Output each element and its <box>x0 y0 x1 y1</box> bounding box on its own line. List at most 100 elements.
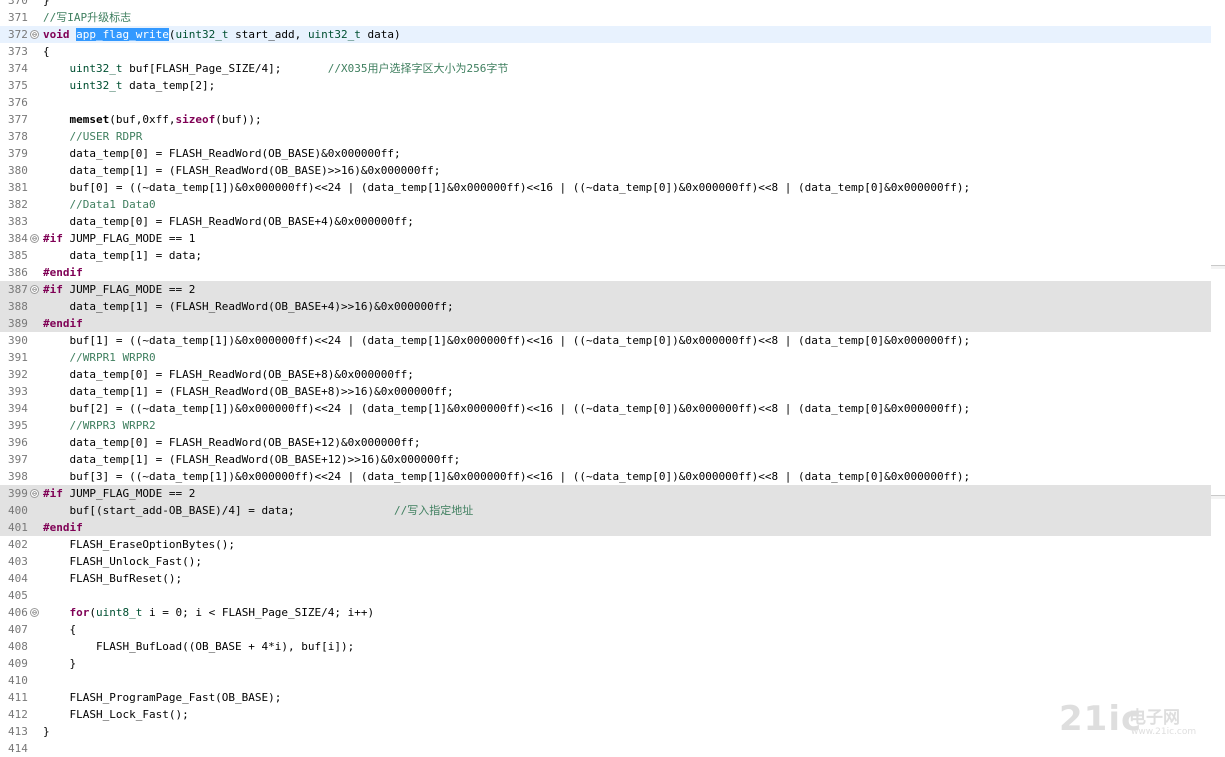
code-text[interactable]: data_temp[1] = (FLASH_ReadWord(OB_BASE)>… <box>43 162 440 179</box>
code-line[interactable]: 377 memset(buf,0xff,sizeof(buf)); <box>0 111 1225 128</box>
code-line[interactable]: 409 } <box>0 655 1225 672</box>
code-text[interactable]: void app_flag_write(uint32_t start_add, … <box>43 26 401 43</box>
fold-toggle-icon[interactable]: ⊖ <box>30 489 39 498</box>
code-line[interactable]: 391 //WRPR1 WRPR0 <box>0 349 1225 366</box>
code-line[interactable]: 384 ⊖ #if JUMP_FLAG_MODE == 1 <box>0 230 1225 247</box>
code-text[interactable]: FLASH_ProgramPage_Fast(OB_BASE); <box>43 689 281 706</box>
overview-marker[interactable] <box>1211 265 1225 269</box>
code-text[interactable]: data_temp[0] = FLASH_ReadWord(OB_BASE+8)… <box>43 366 413 383</box>
code-text[interactable]: FLASH_BufLoad((OB_BASE + 4*i), buf[i]); <box>43 638 354 655</box>
code-text[interactable]: } <box>43 655 76 672</box>
code-line[interactable]: 378 //USER RDPR <box>0 128 1225 145</box>
code-line[interactable]: 411 FLASH_ProgramPage_Fast(OB_BASE); <box>0 689 1225 706</box>
fold-toggle-icon[interactable]: ⊖ <box>30 285 39 294</box>
code-text[interactable]: data_temp[1] = (FLASH_ReadWord(OB_BASE+8… <box>43 383 453 400</box>
code-text[interactable]: buf[3] = ((~data_temp[1])&0x000000ff)<<2… <box>43 468 970 485</box>
code-line[interactable]: 398 buf[3] = ((~data_temp[1])&0x000000ff… <box>0 468 1225 485</box>
code-text[interactable]: #endif <box>43 264 83 281</box>
code-line[interactable]: 395 //WRPR3 WRPR2 <box>0 417 1225 434</box>
line-gutter: 406 ⊖ <box>0 604 42 621</box>
code-line[interactable]: 414 <box>0 740 1225 757</box>
code-line[interactable]: 403 FLASH_Unlock_Fast(); <box>0 553 1225 570</box>
code-line[interactable]: 379 data_temp[0] = FLASH_ReadWord(OB_BAS… <box>0 145 1225 162</box>
code-line[interactable]: 394 buf[2] = ((~data_temp[1])&0x000000ff… <box>0 400 1225 417</box>
code-text[interactable]: data_temp[0] = FLASH_ReadWord(OB_BASE+12… <box>43 434 420 451</box>
code-text[interactable]: #if JUMP_FLAG_MODE == 2 <box>43 281 195 298</box>
code-text[interactable]: buf[1] = ((~data_temp[1])&0x000000ff)<<2… <box>43 332 970 349</box>
fold-toggle-icon[interactable]: ⊖ <box>30 30 39 39</box>
code-line[interactable]: 413} <box>0 723 1225 740</box>
code-text[interactable]: //写IAP升级标志 <box>43 9 131 26</box>
code-line[interactable]: 385 data_temp[1] = data; <box>0 247 1225 264</box>
code-line[interactable]: 400 buf[(start_add-OB_BASE)/4] = data; /… <box>0 502 1225 519</box>
code-text[interactable]: data_temp[0] = FLASH_ReadWord(OB_BASE)&0… <box>43 145 400 162</box>
code-line[interactable]: 390 buf[1] = ((~data_temp[1])&0x000000ff… <box>0 332 1225 349</box>
code-line[interactable]: 399 ⊖ #if JUMP_FLAG_MODE == 2 <box>0 485 1225 502</box>
code-line[interactable]: 374 uint32_t buf[FLASH_Page_SIZE/4]; //X… <box>0 60 1225 77</box>
line-gutter: 390 <box>0 332 42 349</box>
code-line[interactable]: 389 #endif <box>0 315 1225 332</box>
preprocessor-token: #endif <box>43 266 83 279</box>
code-text[interactable]: buf[0] = ((~data_temp[1])&0x000000ff)<<2… <box>43 179 970 196</box>
code-line[interactable]: 383 data_temp[0] = FLASH_ReadWord(OB_BAS… <box>0 213 1225 230</box>
code-text[interactable]: buf[(start_add-OB_BASE)/4] = data; //写入指… <box>43 502 473 519</box>
code-line[interactable]: 397 data_temp[1] = (FLASH_ReadWord(OB_BA… <box>0 451 1225 468</box>
code-line[interactable]: 370} <box>0 0 1225 9</box>
code-editor[interactable]: 370} 371//写IAP升级标志 372 ⊖ void app_flag_write… <box>0 0 1225 757</box>
code-line[interactable]: 396 data_temp[0] = FLASH_ReadWord(OB_BAS… <box>0 434 1225 451</box>
fold-toggle-icon[interactable]: ⊖ <box>30 234 39 243</box>
code-text[interactable]: for(uint8_t i = 0; i < FLASH_Page_SIZE/4… <box>43 604 375 621</box>
code-line[interactable]: 406 ⊖ for(uint8_t i = 0; i < FLASH_Page_S… <box>0 604 1225 621</box>
code-line[interactable]: 401 #endif <box>0 519 1225 536</box>
code-text[interactable]: } <box>43 0 50 9</box>
fold-toggle-icon[interactable]: ⊖ <box>30 608 39 617</box>
code-line[interactable]: 373 { <box>0 43 1225 60</box>
code-line[interactable]: 393 data_temp[1] = (FLASH_ReadWord(OB_BA… <box>0 383 1225 400</box>
code-line[interactable]: 387 ⊖ #if JUMP_FLAG_MODE == 2 <box>0 281 1225 298</box>
code-text[interactable]: #if JUMP_FLAG_MODE == 1 <box>43 230 195 247</box>
code-line[interactable]: 380 data_temp[1] = (FLASH_ReadWord(OB_BA… <box>0 162 1225 179</box>
code-text[interactable]: //Data1 Data0 <box>43 196 156 213</box>
code-text[interactable]: //WRPR1 WRPR0 <box>43 349 156 366</box>
code-text[interactable]: #endif <box>43 315 83 332</box>
code-text[interactable]: buf[2] = ((~data_temp[1])&0x000000ff)<<2… <box>43 400 970 417</box>
overview-marker[interactable] <box>1211 495 1225 499</box>
code-text[interactable]: //USER RDPR <box>43 128 143 145</box>
code-line[interactable]: 375 uint32_t data_temp[2]; <box>0 77 1225 94</box>
code-line[interactable]: 407 { <box>0 621 1225 638</box>
code-line[interactable]: 408 FLASH_BufLoad((OB_BASE + 4*i), buf[i… <box>0 638 1225 655</box>
code-line[interactable]: 371 //写IAP升级标志 <box>0 9 1225 26</box>
code-text[interactable]: #endif <box>43 519 83 536</box>
code-text[interactable]: data_temp[0] = FLASH_ReadWord(OB_BASE+4)… <box>43 213 413 230</box>
preprocessor-token: #endif <box>43 521 83 534</box>
overview-ruler[interactable] <box>1211 25 1225 745</box>
code-text[interactable]: //WRPR3 WRPR2 <box>43 417 156 434</box>
code-text[interactable]: data_temp[1] = (FLASH_ReadWord(OB_BASE+1… <box>43 451 460 468</box>
code-line[interactable]: 410 <box>0 672 1225 689</box>
code-text[interactable]: uint32_t data_temp[2]; <box>43 77 216 94</box>
code-line[interactable]: 388 data_temp[1] = (FLASH_ReadWord(OB_BA… <box>0 298 1225 315</box>
code-line[interactable]: 392 data_temp[0] = FLASH_ReadWord(OB_BAS… <box>0 366 1225 383</box>
code-line[interactable]: 405 <box>0 587 1225 604</box>
code-text[interactable]: { <box>43 621 76 638</box>
code-text[interactable]: FLASH_Lock_Fast(); <box>43 706 188 723</box>
code-line[interactable]: 372 ⊖ void app_flag_write(uint32_t start_a… <box>0 26 1225 43</box>
code-text[interactable]: data_temp[1] = (FLASH_ReadWord(OB_BASE+4… <box>43 298 453 315</box>
code-text[interactable]: data_temp[1] = data; <box>43 247 201 264</box>
code-text[interactable]: FLASH_BufReset(); <box>43 570 182 587</box>
code-line[interactable]: 402 FLASH_EraseOptionBytes(); <box>0 536 1225 553</box>
code-line[interactable]: 404 FLASH_BufReset(); <box>0 570 1225 587</box>
code-line[interactable]: 382 //Data1 Data0 <box>0 196 1225 213</box>
code-text[interactable]: FLASH_EraseOptionBytes(); <box>43 536 235 553</box>
code-text[interactable]: } <box>43 723 50 740</box>
code-text[interactable]: #if JUMP_FLAG_MODE == 2 <box>43 485 195 502</box>
code-text[interactable]: FLASH_Unlock_Fast(); <box>43 553 201 570</box>
code-line[interactable]: 376 <box>0 94 1225 111</box>
code-line[interactable]: 381 buf[0] = ((~data_temp[1])&0x000000ff… <box>0 179 1225 196</box>
code-line[interactable]: 412 FLASH_Lock_Fast(); <box>0 706 1225 723</box>
code-line[interactable]: 386 #endif <box>0 264 1225 281</box>
code-text[interactable]: { <box>43 43 50 60</box>
code-text[interactable]: uint32_t buf[FLASH_Page_SIZE/4]; //X035用… <box>43 60 509 77</box>
code-text[interactable]: memset(buf,0xff,sizeof(buf)); <box>43 111 262 128</box>
